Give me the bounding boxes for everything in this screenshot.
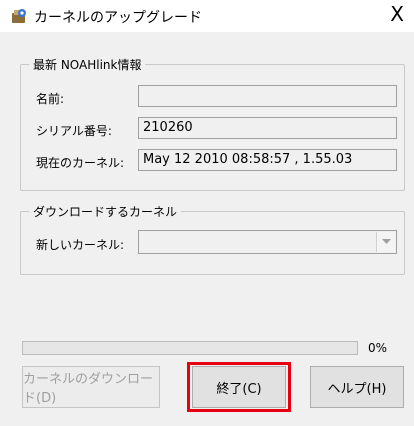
progress-percent: 0% bbox=[368, 341, 388, 355]
app-installer-icon bbox=[10, 7, 28, 25]
name-label: 名前: bbox=[36, 92, 65, 106]
download-kernel-button-label: カーネルのダウンロード(D) bbox=[23, 372, 154, 406]
kernel-label: 現在のカーネル: bbox=[36, 156, 125, 170]
help-button-label: ヘルプ(H) bbox=[327, 381, 387, 397]
serial-label: シリアル番号: bbox=[36, 124, 112, 138]
download-legend: ダウンロードするカーネル bbox=[29, 203, 182, 220]
new-kernel-label: 新しいカーネル: bbox=[36, 238, 125, 252]
kernel-field[interactable]: May 12 2010 08:58:57 , 1.55.03 bbox=[138, 149, 397, 171]
window-title: カーネルのアップグレード bbox=[34, 10, 202, 26]
close-icon[interactable]: X bbox=[390, 4, 404, 24]
serial-field[interactable]: 210260 bbox=[138, 117, 397, 139]
title-bar: カーネルのアップグレード X bbox=[0, 0, 414, 32]
help-button[interactable]: ヘルプ(H) bbox=[310, 366, 404, 408]
new-kernel-select[interactable] bbox=[138, 230, 397, 254]
download-progress-bar bbox=[22, 341, 358, 355]
chevron-down-icon[interactable] bbox=[376, 232, 395, 252]
current-info-legend: 最新 NOAHlink情報 bbox=[29, 56, 146, 73]
name-field[interactable] bbox=[138, 85, 397, 107]
download-kernel-button[interactable]: カーネルのダウンロード(D) bbox=[22, 366, 160, 408]
finish-button-highlight bbox=[187, 362, 291, 412]
